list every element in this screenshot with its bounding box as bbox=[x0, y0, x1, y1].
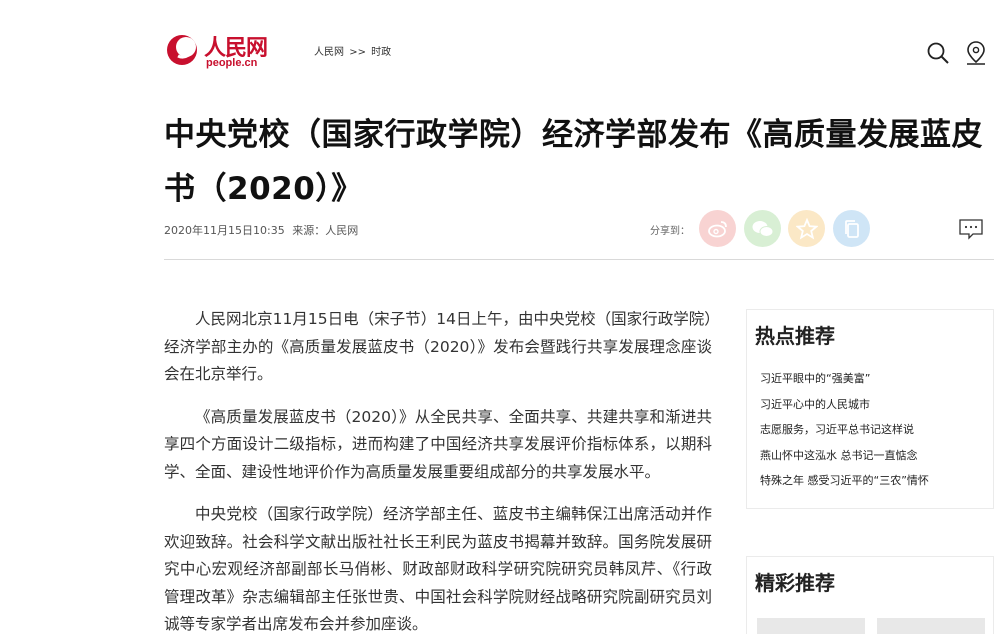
people-logo-icon bbox=[167, 35, 197, 65]
breadcrumb-politics-link[interactable]: 时政 bbox=[371, 47, 391, 58]
location-icon bbox=[967, 41, 985, 65]
search-icon bbox=[927, 42, 949, 64]
header-divider bbox=[164, 259, 994, 260]
favorite-button[interactable] bbox=[788, 210, 825, 247]
hot-item-link[interactable]: 习近平心中的人民城市 bbox=[760, 392, 993, 418]
hot-item-link[interactable]: 特殊之年 感受习近平的“三农”情怀 bbox=[760, 468, 993, 494]
breadcrumb: 人民网 >> 时政 bbox=[314, 43, 393, 58]
comment-button[interactable] bbox=[958, 218, 984, 240]
copy-icon bbox=[844, 219, 859, 238]
hot-recommendations-panel: 热点推荐 习近平眼中的“强美富” 习近平心中的人民城市 志愿服务，习近平总书记这… bbox=[746, 309, 994, 509]
featured-thumbnail[interactable] bbox=[757, 618, 865, 634]
hot-item-link[interactable]: 习近平眼中的“强美富” bbox=[760, 366, 993, 392]
article-paragraph: 中央党校（国家行政学院）经济学部主任、蓝皮书主编韩保江出席活动并作欢迎致辞。社会… bbox=[164, 505, 712, 633]
share-weibo-button[interactable] bbox=[699, 210, 736, 247]
hot-recommendations-list: 习近平眼中的“强美富” 习近平心中的人民城市 志愿服务，习近平总书记这样说 燕山… bbox=[747, 366, 993, 494]
location-button[interactable] bbox=[964, 40, 988, 66]
featured-thumbnail[interactable] bbox=[877, 618, 985, 634]
logo-domain: people.cn bbox=[206, 57, 258, 69]
share-label: 分享到： bbox=[650, 226, 690, 237]
article-meta: 2020年11月15日10:35 来源：人民网 bbox=[164, 222, 358, 238]
comment-icon bbox=[959, 219, 983, 240]
article-paragraph: 《高质量发展蓝皮书（2020）》从全民共享、全面共享、共建共享和渐进共享四个方面… bbox=[164, 407, 712, 481]
article-paragraph: 人民网北京11月15日电（宋子节）14日上午，由中央党校（国家行政学院）经济学部… bbox=[164, 310, 712, 383]
article-source[interactable]: 来源：人民网 bbox=[292, 224, 358, 237]
breadcrumb-separator: >> bbox=[349, 47, 366, 58]
breadcrumb-home-link[interactable]: 人民网 bbox=[314, 47, 344, 58]
article-datetime: 2020年11月15日10:35 bbox=[164, 224, 285, 237]
article-title: 中央党校（国家行政学院）经济学部发布《高质量发展蓝皮书（2020）》 bbox=[164, 117, 983, 207]
article-body: 人民网北京11月15日电（宋子节）14日上午，由中央党校（国家行政学院）经济学部… bbox=[164, 306, 712, 634]
weibo-icon bbox=[707, 220, 727, 237]
share-wechat-button[interactable] bbox=[744, 210, 781, 247]
search-button[interactable] bbox=[926, 40, 950, 66]
hot-item-link[interactable]: 燕山怀中这泓水 总书记一直惦念 bbox=[760, 443, 993, 469]
site-header: 人民网 people.cn 人民网 >> 时政 bbox=[0, 0, 1000, 90]
featured-title: 精彩推荐 bbox=[755, 571, 835, 595]
people-logo[interactable]: 人民网 people.cn bbox=[164, 26, 274, 72]
hot-item-link[interactable]: 志愿服务，习近平总书记这样说 bbox=[760, 417, 993, 443]
hot-recommendations-title: 热点推荐 bbox=[755, 324, 835, 348]
star-icon bbox=[795, 217, 818, 240]
copy-link-button[interactable] bbox=[833, 210, 870, 247]
wechat-icon bbox=[752, 220, 773, 237]
